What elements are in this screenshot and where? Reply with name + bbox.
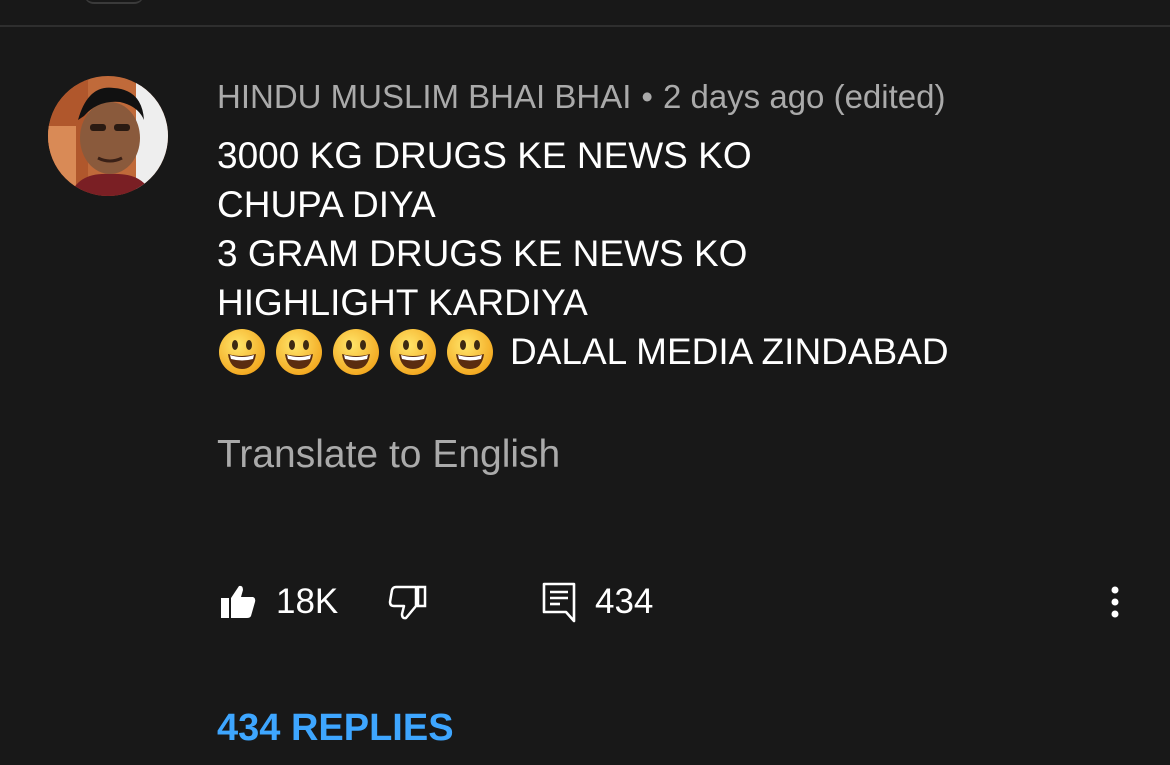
reply-button[interactable]: 434 <box>541 577 653 627</box>
like-button[interactable]: 18K <box>218 577 338 627</box>
meta-separator: • <box>641 78 653 115</box>
dislike-button[interactable] <box>388 577 428 627</box>
smiling-face-emoji-icon <box>390 328 436 375</box>
comment-timestamp: 2 days ago (edited) <box>662 78 946 115</box>
divider <box>0 25 1170 27</box>
comment-line: DALAL MEDIA ZINDABAD <box>510 331 949 372</box>
reply-count: 434 <box>595 582 654 621</box>
more-vertical-icon <box>1111 586 1119 618</box>
smiling-face-emoji-icon <box>333 328 379 375</box>
smiling-face-emoji-icon <box>276 328 322 375</box>
comment-text: 3000 KG DRUGS KE NEWS KO CHUPA DIYA 3 GR… <box>217 131 949 376</box>
avatar-photo <box>48 76 168 196</box>
comment-line: 3 GRAM DRUGS KE NEWS KO <box>217 233 748 274</box>
view-replies-button[interactable]: 434 REPLIES <box>217 705 454 751</box>
thumbs-down-icon <box>388 585 427 620</box>
more-options-button[interactable] <box>1100 577 1130 627</box>
comment-emoji-line: DALAL MEDIA ZINDABAD <box>217 327 949 376</box>
comment-line: 3000 KG DRUGS KE NEWS KO <box>217 135 752 176</box>
previous-item-edge <box>84 0 144 4</box>
author-name[interactable]: HINDU MUSLIM BHAI BHAI <box>217 78 631 115</box>
comment-meta: HINDU MUSLIM BHAI BHAI • 2 days ago (edite… <box>217 77 945 117</box>
comment-line: HIGHLIGHT KARDIYA <box>217 282 588 323</box>
like-count: 18K <box>276 582 339 621</box>
smiling-face-emoji-icon <box>447 328 493 375</box>
smiling-face-emoji-icon <box>219 328 265 375</box>
comment-actions: 18K 434 <box>0 577 1170 627</box>
comment-line: CHUPA DIYA <box>217 184 436 225</box>
comment-icon <box>542 582 576 623</box>
translate-link[interactable]: Translate to English <box>217 432 560 478</box>
avatar[interactable] <box>48 76 168 196</box>
thumbs-up-icon <box>221 585 256 618</box>
